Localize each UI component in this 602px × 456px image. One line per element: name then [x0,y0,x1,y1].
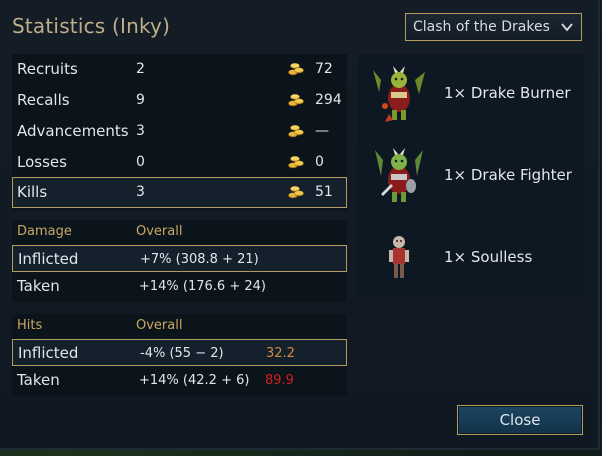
stats-row-gold: 0 [315,154,324,170]
hits-inflicted-value: -4% (55 − 2) [140,346,224,361]
unit-entry[interactable]: 1× Drake Burner [371,62,581,126]
damage-header: Damage [17,224,72,239]
unit-entry[interactable]: 1× Soulless [371,226,581,290]
damage-overall-header: Overall [136,224,183,239]
hits-overall-header: Overall [136,318,183,333]
stats-row-recruits[interactable]: Recruits 2 72 [12,54,347,85]
stats-row-gold: 51 [315,184,333,200]
statistics-dialog: Statistics (Inky) Clash of the Drakes Re… [0,0,600,450]
stats-row-gold: 294 [315,92,342,108]
damage-inflicted-label: Inflicted [18,250,79,268]
stats-row-value: 2 [136,61,145,77]
hits-inflicted-label: Inflicted [18,344,79,362]
stats-row-label: Recruits [17,60,78,78]
damage-row-taken[interactable]: Taken +14% (176.6 + 24) [12,273,347,300]
unit-name: 1× Drake Fighter [444,166,572,184]
unit-name: 1× Drake Burner [444,84,571,102]
hits-taken-expected: 89.9 [265,373,294,388]
stats-row-label: Kills [17,183,48,201]
stats-row-advancements[interactable]: Advancements 3 — [12,116,347,147]
damage-row-inflicted[interactable]: Inflicted +7% (308.8 + 21) [12,245,347,272]
drake-fighter-sprite [375,148,423,202]
gold-coins-icon [288,125,304,138]
hits-panel: Hits Overall Inflicted -4% (55 − 2) 32.2… [12,314,347,396]
drake-burner-sprite [373,66,425,122]
close-button[interactable]: Close [457,405,583,435]
stats-row-label: Losses [17,153,67,171]
stats-row-value: 3 [136,123,145,139]
damage-inflicted-value: +7% (308.8 + 21) [140,252,259,267]
gold-coins-icon [288,63,304,76]
damage-taken-value: +14% (176.6 + 24) [139,279,266,294]
damage-panel: Damage Overall Inflicted +7% (308.8 + 21… [12,220,347,302]
stats-row-value: 9 [136,92,145,108]
stats-row-losses[interactable]: Losses 0 0 [12,147,347,178]
stats-row-recalls[interactable]: Recalls 9 294 [12,85,347,116]
hits-row-inflicted[interactable]: Inflicted -4% (55 − 2) 32.2 [12,339,347,366]
stats-row-label: Advancements [17,122,129,140]
scenario-select-value: Clash of the Drakes [413,19,550,35]
stats-row-kills[interactable]: Kills 3 51 [12,177,347,208]
hits-row-taken[interactable]: Taken +14% (42.2 + 6) 89.9 [12,367,347,394]
soulless-sprite [389,236,409,278]
dialog-title: Statistics (Inky) [12,14,171,38]
gold-coins-icon [288,186,304,199]
hits-taken-label: Taken [17,371,60,389]
scenario-select[interactable]: Clash of the Drakes [405,13,582,41]
units-panel: 1× Drake Burner 1× Drake Fighter 1× Soul… [357,54,584,298]
unit-entry[interactable]: 1× Drake Fighter [371,144,581,208]
damage-taken-label: Taken [17,277,60,295]
gold-coins-icon [288,156,304,169]
hits-taken-value: +14% (42.2 + 6) [139,373,250,388]
stats-row-gold: — [315,123,329,139]
hits-inflicted-expected: 32.2 [266,346,295,361]
gold-coins-icon [288,94,304,107]
stats-row-value: 3 [136,184,145,200]
stats-row-label: Recalls [17,91,70,109]
chevron-down-icon [561,23,573,32]
hits-header: Hits [17,318,43,333]
unit-name: 1× Soulless [444,248,533,266]
stats-row-gold: 72 [315,61,333,77]
stats-row-value: 0 [136,154,145,170]
stats-panel: Recruits 2 72 Recalls 9 294 Advancements… [12,54,347,210]
